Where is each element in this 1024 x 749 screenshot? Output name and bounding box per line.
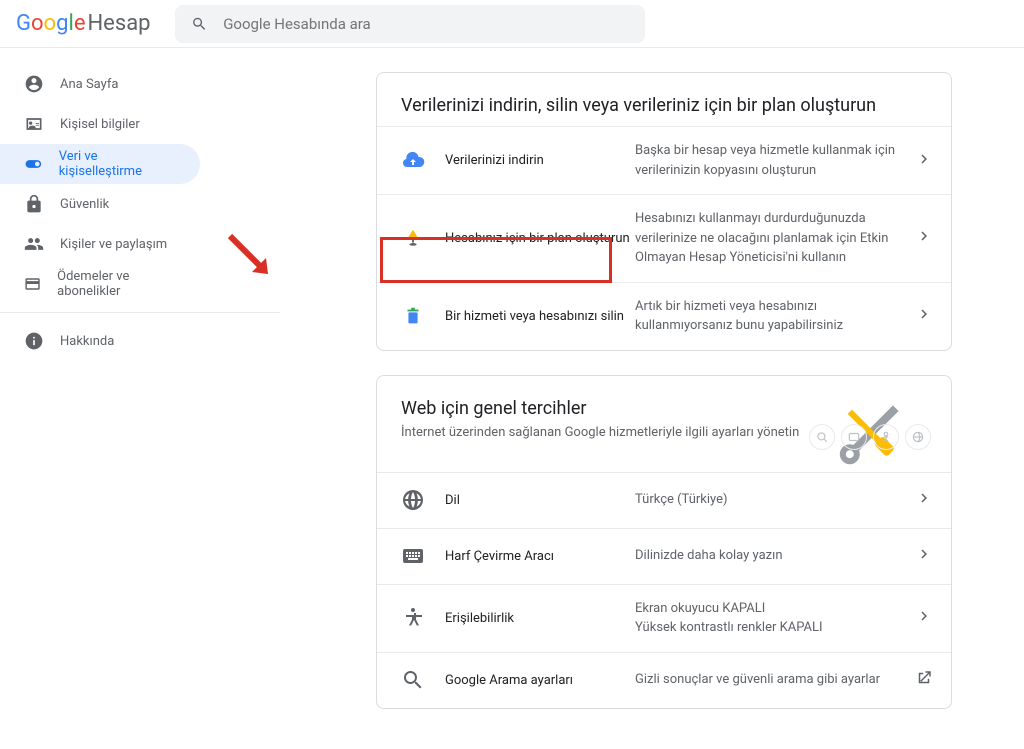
chevron-right-icon [915,150,933,172]
search-icon [191,15,208,33]
sidebar-item-label: Ödemeler ve abonelikler [57,269,176,299]
id-card-icon [24,114,44,134]
keyboard-icon [401,544,425,568]
row-label: Verilerinizi indirin [445,153,635,168]
row-language[interactable]: Dil Türkçe (Türkiye) [377,472,951,528]
sidebar-item-about[interactable]: Hakkında [0,321,200,361]
card-data-management: Verilerinizi indirin, silin veya veriler… [376,72,952,351]
card-web-preferences: Web için genel tercihler İnternet üzerin… [376,375,952,709]
row-search-settings[interactable]: Google Arama ayarları Gizli sonuçlar ve … [377,652,951,708]
row-download-data[interactable]: Verilerinizi indirin Başka bir hesap vey… [377,126,951,194]
info-icon [24,331,44,351]
row-desc: Dilinizde daha kolay yazın [635,546,903,566]
row-accessibility[interactable]: Erişilebilirlik Ekran okuyucu KAPALI Yük… [377,584,951,652]
chevron-right-icon [915,305,933,327]
main-content: Verilerinizi indirin, silin veya veriler… [280,48,1000,749]
sidebar-item-label: Güvenlik [60,197,109,212]
divider [0,312,280,313]
globe-icon [401,488,425,512]
row-label: Hesabınız için bir plan oluşturun [445,231,635,246]
row-desc: Hesabınızı kullanmayı durdurduğunuzda ve… [635,209,903,268]
sidebar-item-home[interactable]: Ana Sayfa [0,64,200,104]
search-icon [401,668,425,692]
trash-icon [401,304,425,328]
lamp-icon [401,226,425,250]
row-desc: Başka bir hesap veya hizmetle kullanmak … [635,141,903,180]
card-icon [24,274,41,294]
sidebar-item-personal[interactable]: Kişisel bilgiler [0,104,200,144]
row-label: Bir hizmeti veya hesabınızı silin [445,309,635,324]
search-input[interactable] [223,15,628,33]
header: Google Hesap [0,0,1024,48]
row-label: Harf Çevirme Aracı [445,549,635,564]
search-box[interactable] [175,5,645,43]
pref-icons [809,424,931,450]
people-icon [24,234,44,254]
row-desc: Gizli sonuçlar ve güvenli arama gibi aya… [635,670,903,690]
row-label: Dil [445,493,635,508]
row-transliteration[interactable]: Harf Çevirme Aracı Dilinizde daha kolay … [377,528,951,584]
sidebar-item-payments[interactable]: Ödemeler ve abonelikler [0,264,200,304]
sidebar-item-data[interactable]: Veri ve kişiselleştirme [0,144,200,184]
row-delete-service[interactable]: Bir hizmeti veya hesabınızı silin Artık … [377,282,951,350]
sidebar-item-people[interactable]: Kişiler ve paylaşım [0,224,200,264]
sidebar-item-label: Hakkında [60,334,114,349]
accessibility-icon [401,606,425,630]
logo-suffix: Hesap [87,11,150,36]
chevron-right-icon [915,489,933,511]
external-link-icon [915,669,933,691]
lock-icon [24,194,44,214]
toggle-icon [24,154,43,174]
chevron-right-icon [915,607,933,629]
sidebar-item-security[interactable]: Güvenlik [0,184,200,224]
sidebar-item-label: Kişiler ve paylaşım [60,237,167,252]
sidebar: Ana Sayfa Kişisel bilgiler Veri ve kişis… [0,48,280,749]
row-plan-account[interactable]: Hesabınız için bir plan oluşturun Hesabı… [377,194,951,282]
row-desc: Ekran okuyucu KAPALI Yüksek kontrastlı r… [635,599,903,638]
cloud-download-icon [401,149,425,173]
sidebar-item-label: Ana Sayfa [60,77,118,92]
card-title: Verilerinizi indirin, silin veya veriler… [401,95,927,116]
row-desc: Artık bir hizmeti veya hesabınızı kullan… [635,297,903,336]
row-label: Erişilebilirlik [445,611,635,626]
user-circle-icon [24,74,44,94]
google-logo[interactable]: Google Hesap [16,11,151,36]
sidebar-item-label: Kişisel bilgiler [60,117,140,132]
sidebar-item-label: Veri ve kişiselleştirme [59,149,176,179]
row-desc: Türkçe (Türkiye) [635,490,903,510]
chevron-right-icon [915,545,933,567]
chevron-right-icon [915,227,933,249]
row-label: Google Arama ayarları [445,673,635,688]
